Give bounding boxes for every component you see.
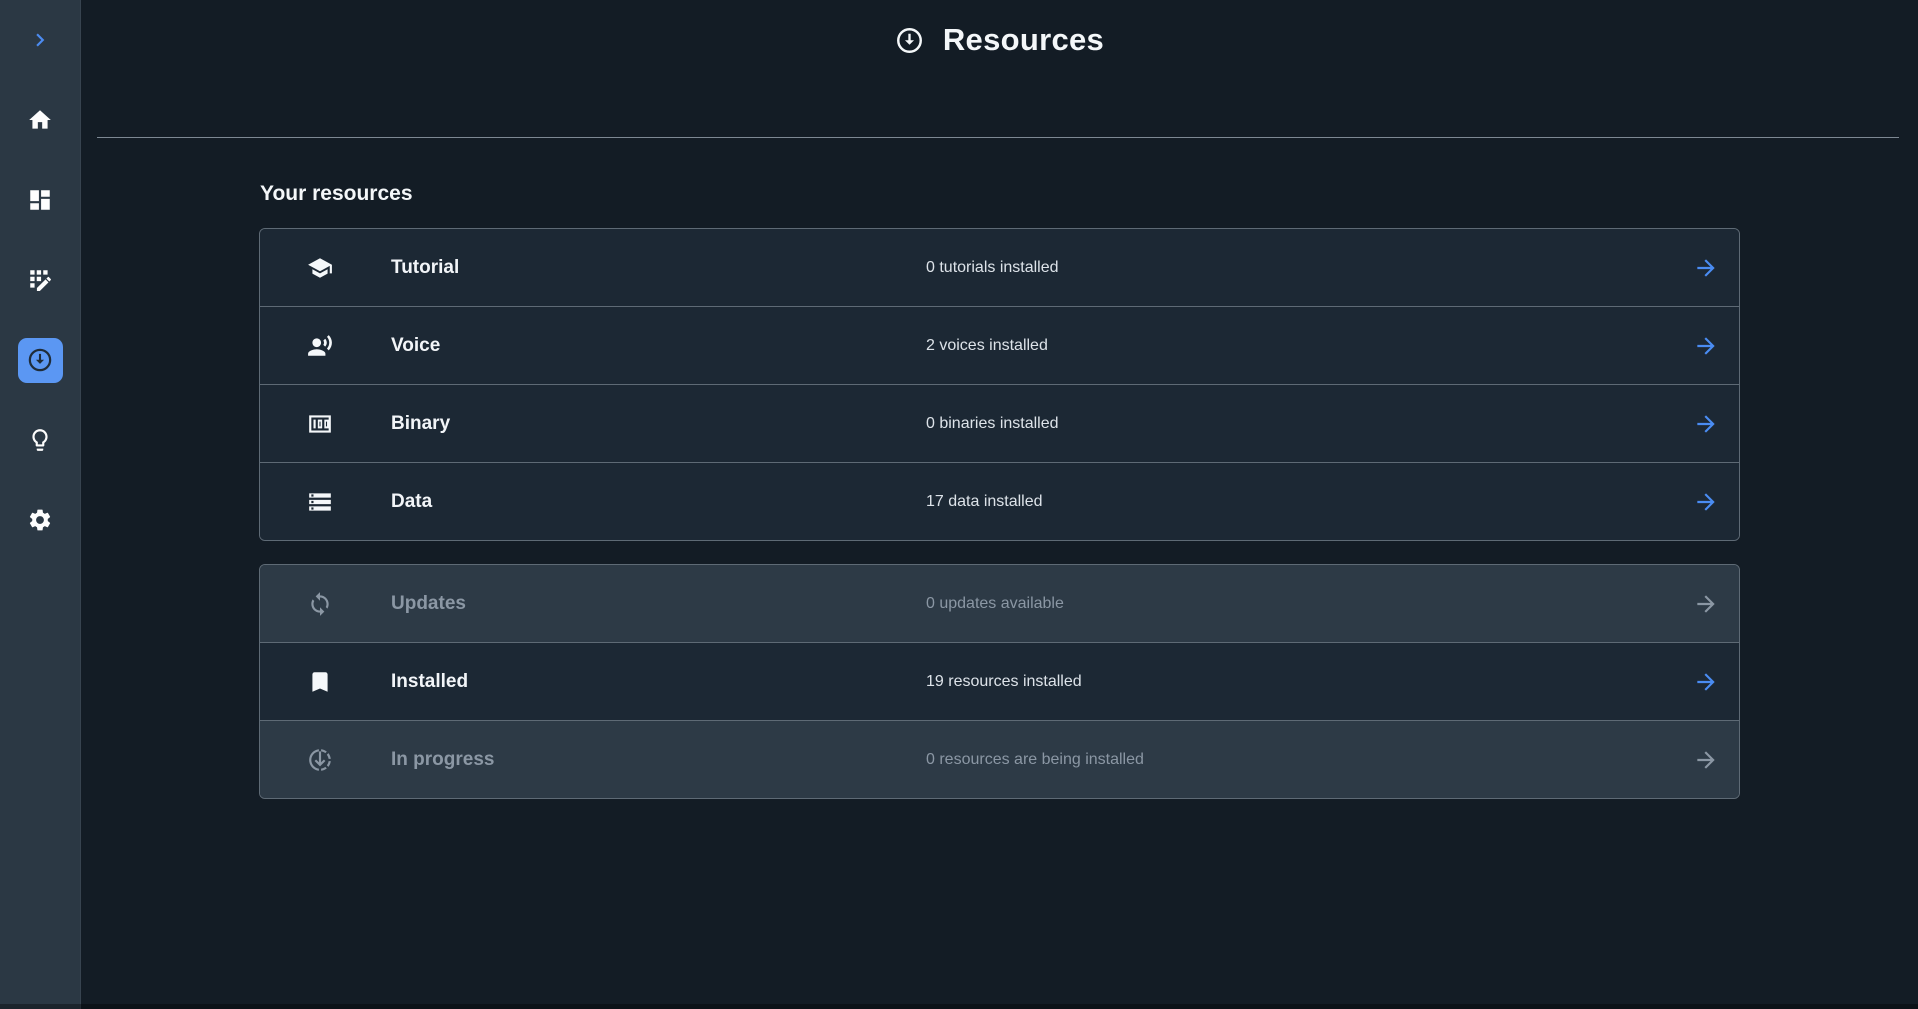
section-title: Your resources	[260, 182, 1740, 206]
page-header: Resources	[80, 0, 1918, 138]
window-bottom-edge	[0, 1004, 1918, 1009]
downloading-icon	[307, 747, 333, 773]
arrow-forward-icon	[1693, 489, 1719, 515]
card-resource-states: Updates 0 updates available Installed 19 re…	[259, 564, 1740, 799]
row-status: 0 tutorials installed	[926, 259, 1059, 277]
arrow-forward-icon	[1693, 747, 1719, 773]
row-label: Binary	[391, 413, 450, 435]
sidebar-item-annotate[interactable]	[0, 240, 80, 320]
row-label: Installed	[391, 671, 468, 693]
row-label: In progress	[391, 749, 494, 771]
sync-icon	[307, 591, 333, 617]
row-in-progress: In progress 0 resources are being install…	[260, 720, 1739, 798]
dashboard-icon	[27, 187, 53, 213]
row-label: Data	[391, 491, 432, 513]
chevron-right-icon	[27, 27, 53, 53]
row-binary[interactable]: Binary 0 binaries installed	[260, 384, 1739, 462]
arrow-forward-icon	[1693, 333, 1719, 359]
home-icon	[27, 107, 53, 133]
record-voice-over-icon	[307, 333, 333, 359]
row-status: 0 resources are being installed	[926, 751, 1144, 769]
school-icon	[307, 255, 333, 281]
sidebar-item-dashboard[interactable]	[0, 160, 80, 240]
sidebar-item-expand[interactable]	[0, 0, 80, 80]
sidebar	[0, 0, 81, 1009]
row-status: 17 data installed	[926, 493, 1043, 511]
card-resource-types: Tutorial 0 tutorials installed Voice 2 voic…	[259, 228, 1740, 541]
row-voice[interactable]: Voice 2 voices installed	[260, 306, 1739, 384]
row-data[interactable]: Data 17 data installed	[260, 462, 1739, 540]
page-title: Resources	[943, 22, 1104, 58]
sidebar-item-home[interactable]	[0, 80, 80, 160]
binary-icon	[307, 411, 333, 437]
row-label: Tutorial	[391, 257, 459, 279]
row-updates: Updates 0 updates available	[260, 565, 1739, 642]
arrow-forward-icon	[1693, 591, 1719, 617]
main-area: Resources Your resources Tutorial 0 tutor…	[80, 0, 1918, 799]
bookmark-icon	[307, 669, 333, 695]
arrow-forward-icon	[1693, 255, 1719, 281]
row-status: 0 binaries installed	[926, 415, 1059, 433]
sidebar-item-resources[interactable]	[0, 320, 80, 400]
arrow-forward-icon	[1693, 669, 1719, 695]
resource-groups: Tutorial 0 tutorials installed Voice 2 voic…	[259, 228, 1740, 799]
row-label: Updates	[391, 593, 466, 615]
app-registration-icon	[27, 267, 53, 293]
row-status: 0 updates available	[926, 595, 1064, 613]
row-tutorial[interactable]: Tutorial 0 tutorials installed	[260, 229, 1739, 306]
row-status: 2 voices installed	[926, 337, 1048, 355]
sidebar-item-settings[interactable]	[0, 480, 80, 560]
row-status: 19 resources installed	[926, 673, 1082, 691]
arrow-forward-icon	[1693, 411, 1719, 437]
row-label: Voice	[391, 335, 440, 357]
storage-icon	[307, 489, 333, 515]
download-circle-icon	[26, 346, 54, 374]
lightbulb-icon	[27, 427, 53, 453]
gear-icon	[27, 507, 53, 533]
download-circle-icon	[894, 25, 925, 56]
row-installed[interactable]: Installed 19 resources installed	[260, 642, 1739, 720]
sidebar-item-ideas[interactable]	[0, 400, 80, 480]
header-divider	[97, 137, 1899, 138]
content: Your resources Tutorial 0 tutorials insta…	[259, 182, 1740, 799]
